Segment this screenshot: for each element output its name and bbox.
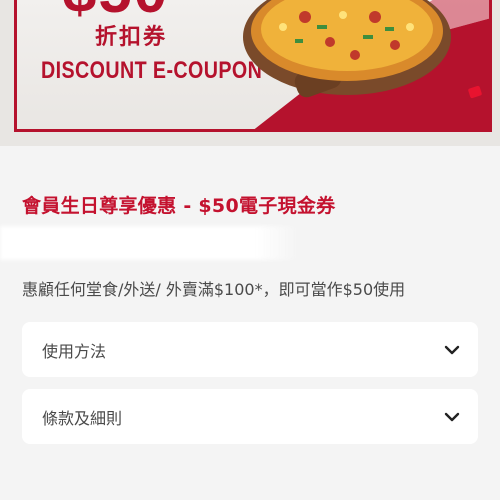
redacted-area [0, 226, 300, 260]
chevron-down-icon [444, 412, 460, 421]
coupon-banner-frame: $50 折扣券 DISCOUNT E-COUPON [14, 0, 492, 132]
chevron-down-icon [444, 345, 460, 354]
accordion-terms-conditions[interactable]: 條款及細則 [22, 389, 478, 444]
coupon-banner: $50 折扣券 DISCOUNT E-COUPON [0, 0, 500, 146]
coupon-label-zh: 折扣券 [95, 25, 168, 50]
accordion-how-to-use[interactable]: 使用方法 [22, 322, 478, 377]
accordion-label: 條款及細則 [42, 408, 123, 428]
offer-description: 惠顧任何堂食/外送/ 外賣滿$100*，即可當作$50使用 [22, 280, 406, 299]
pizza-image [243, 0, 451, 98]
offer-title: 會員生日尊享優惠 - $50電子現金券 [22, 195, 336, 217]
coupon-label-en: DISCOUNT E-COUPON [41, 57, 263, 84]
accordion-label: 使用方法 [42, 341, 107, 361]
